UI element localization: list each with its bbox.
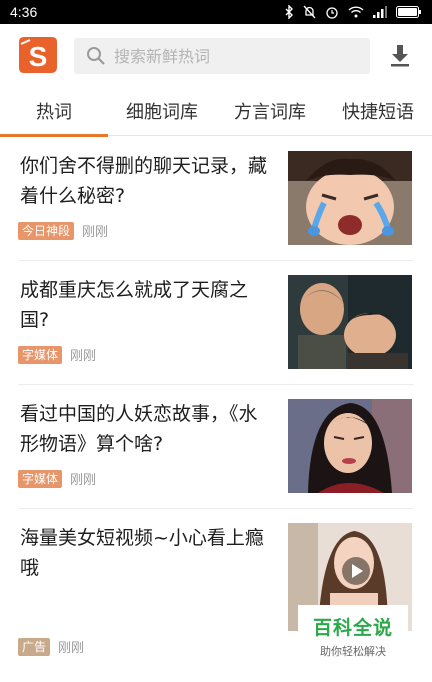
category-tabs: 热词 细胞词库 方言词库 快捷短语 <box>0 86 432 137</box>
signal-icon <box>373 6 387 18</box>
app-header: S <box>0 24 432 86</box>
tab-label: 细胞词库 <box>126 102 198 123</box>
article-title: 看过中国的人妖恋故事，《水形物语》算个啥? <box>20 403 258 455</box>
sogou-logo[interactable]: S <box>18 36 58 74</box>
ad-tag: 广告 <box>18 637 51 656</box>
article-title: 成都重庆怎么就成了天腐之国? <box>20 279 249 331</box>
crying-baby-thumbnail <box>288 151 412 245</box>
drama-scene-thumbnail <box>288 275 412 369</box>
mute-icon <box>303 5 316 19</box>
svg-text:S: S <box>29 41 48 72</box>
status-icons <box>284 5 422 19</box>
actress-portrait-thumbnail <box>288 399 412 493</box>
article-meta: 广告 刚刚 <box>18 637 84 656</box>
tab-label: 快捷短语 <box>342 102 414 123</box>
wifi-icon <box>348 6 364 18</box>
article-meta: 今日神段 刚刚 <box>18 221 108 240</box>
download-button[interactable] <box>386 42 414 70</box>
watermark-subtitle: 助你轻松解决 <box>320 645 386 658</box>
source-tag: 字媒体 <box>18 469 63 488</box>
article-time: 刚刚 <box>70 473 97 488</box>
search-box[interactable] <box>74 38 370 74</box>
download-icon <box>391 45 409 67</box>
article-time: 刚刚 <box>82 225 109 240</box>
article-time: 刚刚 <box>70 349 97 364</box>
source-tag: 字媒体 <box>18 345 63 364</box>
battery-icon <box>396 6 421 18</box>
tab-label: 热词 <box>36 102 72 123</box>
tab-hot-words[interactable]: 热词 <box>0 86 108 137</box>
search-input[interactable] <box>114 46 354 66</box>
search-icon <box>87 47 105 65</box>
watermark: 百科全说 助你轻松解决 <box>298 605 408 665</box>
watermark-title: 百科全说 <box>312 617 393 639</box>
list-item[interactable]: 看过中国的人妖恋故事，《水形物语》算个啥? 字媒体 刚刚 <box>18 385 414 509</box>
tab-quick-phrases[interactable]: 快捷短语 <box>324 86 432 136</box>
article-meta: 字媒体 刚刚 <box>18 345 96 364</box>
tab-cell-dictionary[interactable]: 细胞词库 <box>108 86 216 136</box>
list-item[interactable]: 成都重庆怎么就成了天腐之国? 字媒体 刚刚 <box>18 261 414 385</box>
article-meta: 字媒体 刚刚 <box>18 469 96 488</box>
article-title: 你们舍不得删的聊天记录，藏着什么秘密? <box>20 155 268 207</box>
tab-label: 方言词库 <box>234 102 306 123</box>
status-time: 4:36 <box>10 4 38 20</box>
article-time: 刚刚 <box>58 641 85 656</box>
tab-dialect-dictionary[interactable]: 方言词库 <box>216 86 324 136</box>
source-tag: 今日神段 <box>18 221 75 240</box>
list-item[interactable]: 你们舍不得删的聊天记录，藏着什么秘密? 今日神段 刚刚 <box>18 137 414 261</box>
status-bar: 4:36 <box>0 0 432 24</box>
article-title: 海量美女短视频~小心看上瘾哦 <box>20 527 264 579</box>
article-feed: 你们舍不得删的聊天记录，藏着什么秘密? 今日神段 刚刚 成都重庆怎么就成了天腐之… <box>0 137 432 679</box>
bluetooth-icon <box>285 5 293 19</box>
alarm-icon <box>326 7 338 19</box>
